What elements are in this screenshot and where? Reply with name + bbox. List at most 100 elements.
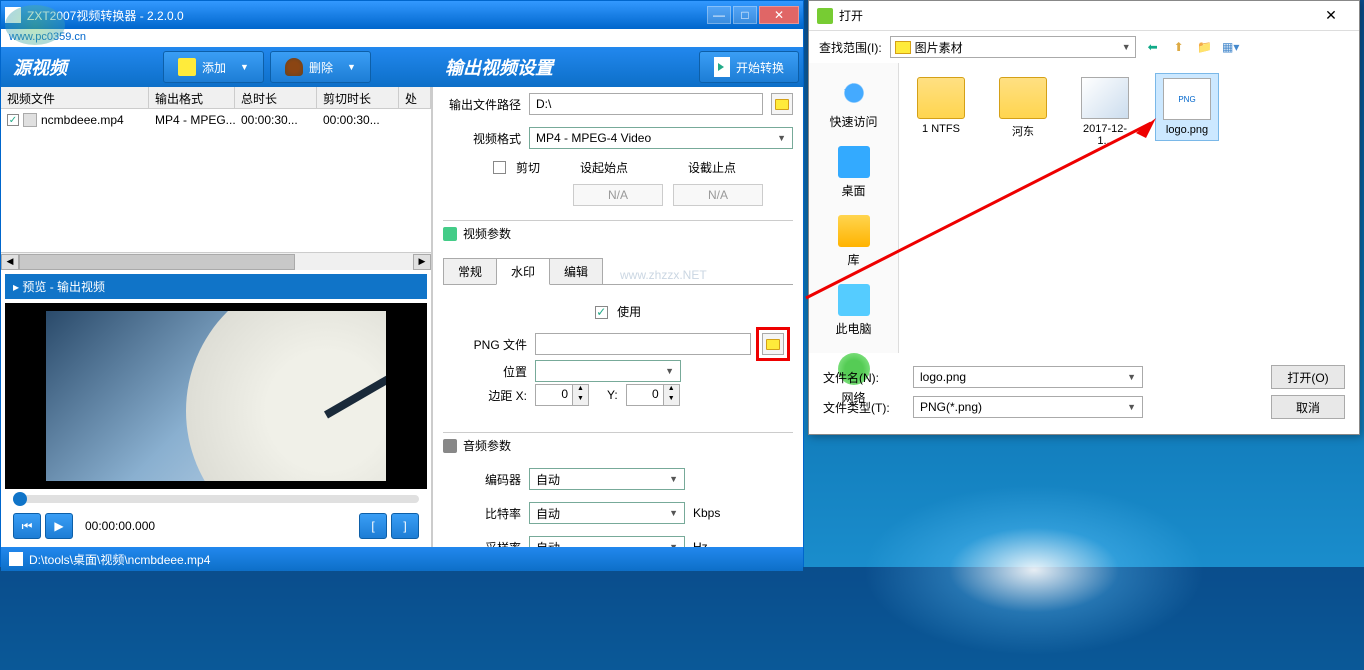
table-row[interactable]: ✓ ncmbdeee.mp4 MP4 - MPEG... 00:00:30...… bbox=[1, 109, 431, 131]
video-format-select[interactable]: MP4 - MPEG-4 Video ▼ bbox=[529, 127, 793, 149]
file-item-png-selected[interactable]: PNG logo.png bbox=[1155, 73, 1219, 141]
file-item-folder[interactable]: 1 NTFS bbox=[909, 73, 973, 139]
file-item-folder[interactable]: 河东 bbox=[991, 73, 1055, 143]
samplerate-select[interactable]: 自动▼ bbox=[529, 536, 685, 547]
seek-thumb[interactable] bbox=[13, 492, 27, 506]
window-title: ZXT2007视频转换器 - 2.2.0.0 bbox=[27, 7, 707, 24]
kbps-unit: Kbps bbox=[693, 506, 720, 520]
col-format[interactable]: 输出格式 bbox=[149, 87, 235, 108]
view-icon[interactable]: ▦▾ bbox=[1222, 38, 1240, 56]
margin-y-label: Y: bbox=[607, 388, 618, 402]
scroll-left-button[interactable]: ◀ bbox=[1, 254, 19, 270]
table-header: 视频文件 输出格式 总时长 剪切时长 处 bbox=[1, 87, 431, 109]
cancel-button[interactable]: 取消 bbox=[1271, 395, 1345, 419]
play-button[interactable]: ▶ bbox=[45, 513, 73, 539]
sidebar-library[interactable]: 库 bbox=[809, 207, 898, 276]
col-proc[interactable]: 处 bbox=[399, 87, 431, 108]
mark-start-button[interactable]: [ bbox=[359, 513, 387, 539]
file-open-dialog: 打开 ✕ 查找范围(I): 图片素材 ▼ ⬅ ⬆ 📁 ▦▾ 快速访问 桌面 bbox=[808, 0, 1360, 435]
hz-unit: Hz bbox=[693, 540, 708, 547]
end-time-input[interactable] bbox=[673, 184, 763, 206]
preview-title: ▸ 预览 - 输出视频 bbox=[5, 274, 427, 299]
lookup-select[interactable]: 图片素材 ▼ bbox=[890, 36, 1136, 58]
watermark-tab-content: ✓ 使用 PNG 文件 位置 ▼ 边距 X: 0 bbox=[443, 293, 793, 418]
remove-button[interactable]: 删除 ▼ bbox=[270, 51, 371, 83]
bitrate-select[interactable]: 自动▼ bbox=[529, 502, 685, 524]
filetype-label: 文件类型(T): bbox=[823, 399, 903, 416]
chevron-down-icon: ▼ bbox=[240, 62, 249, 72]
margin-y-input[interactable]: 0 ▲▼ bbox=[626, 384, 680, 406]
close-button[interactable]: ✕ bbox=[759, 6, 799, 24]
use-label: 使用 bbox=[617, 305, 641, 319]
filetype-select[interactable]: PNG(*.png) ▼ bbox=[913, 396, 1143, 418]
encoder-label: 编码器 bbox=[443, 471, 521, 488]
dialog-titlebar: 打开 ✕ bbox=[809, 1, 1359, 31]
preview-section: ▸ 预览 - 输出视频 ⏮ ▶ 00:00:00.000 [ ] bbox=[1, 270, 431, 547]
tab-watermark[interactable]: 水印 bbox=[496, 258, 550, 285]
spin-up[interactable]: ▲ bbox=[664, 385, 679, 395]
file-icon bbox=[23, 113, 37, 127]
open-button[interactable]: 打开(O) bbox=[1271, 365, 1345, 389]
dialog-close-button[interactable]: ✕ bbox=[1311, 3, 1351, 29]
png-file-input[interactable] bbox=[535, 333, 751, 355]
back-icon[interactable]: ⬅ bbox=[1144, 38, 1162, 56]
use-checkbox[interactable]: ✓ bbox=[595, 306, 608, 319]
tab-general[interactable]: 常规 bbox=[443, 258, 497, 284]
time-display: 00:00:00.000 bbox=[77, 519, 355, 533]
margin-x-input[interactable]: 0 ▲▼ bbox=[535, 384, 589, 406]
file-item-image[interactable]: 2017-12-1... bbox=[1073, 73, 1137, 151]
folder-icon bbox=[999, 77, 1047, 119]
browse-output-button[interactable] bbox=[771, 93, 793, 115]
add-button[interactable]: 添加 ▼ bbox=[163, 51, 264, 83]
spin-up[interactable]: ▲ bbox=[573, 385, 588, 395]
spin-down[interactable]: ▼ bbox=[573, 395, 588, 405]
scroll-right-button[interactable]: ▶ bbox=[413, 254, 431, 270]
output-settings-title: 输出视频设置 bbox=[433, 54, 685, 80]
scroll-thumb[interactable] bbox=[19, 254, 295, 270]
row-cut: 00:00:30... bbox=[317, 110, 399, 130]
browse-png-button[interactable] bbox=[762, 333, 784, 355]
sidebar-desktop[interactable]: 桌面 bbox=[809, 138, 898, 207]
chevron-down-icon: ▼ bbox=[1127, 402, 1136, 412]
preview-video bbox=[5, 303, 427, 489]
start-convert-button[interactable]: 开始转换 bbox=[699, 51, 799, 83]
mark-end-button[interactable]: ] bbox=[391, 513, 419, 539]
png-icon: PNG bbox=[1163, 78, 1211, 120]
chevron-down-icon: ▼ bbox=[347, 62, 356, 72]
col-cut[interactable]: 剪切时长 bbox=[317, 87, 399, 108]
seek-slider[interactable] bbox=[13, 495, 419, 503]
position-select[interactable]: ▼ bbox=[535, 360, 681, 382]
tab-edit[interactable]: 编辑 bbox=[549, 258, 603, 284]
new-folder-icon[interactable]: 📁 bbox=[1196, 38, 1214, 56]
col-duration[interactable]: 总时长 bbox=[235, 87, 317, 108]
desktop-icon bbox=[838, 146, 870, 178]
sidebar-quick-access[interactable]: 快速访问 bbox=[809, 69, 898, 138]
output-path-input[interactable] bbox=[529, 93, 763, 115]
maximize-button[interactable]: □ bbox=[733, 6, 757, 24]
video-params-label: 视频参数 bbox=[463, 225, 511, 242]
video-frame bbox=[46, 311, 386, 481]
output-path-label: 输出文件路径 bbox=[443, 96, 521, 113]
col-file[interactable]: 视频文件 bbox=[1, 87, 149, 108]
up-icon[interactable]: ⬆ bbox=[1170, 38, 1188, 56]
start-time-input[interactable] bbox=[573, 184, 663, 206]
sidebar-this-pc[interactable]: 此电脑 bbox=[809, 276, 898, 345]
minimize-button[interactable]: — bbox=[707, 6, 731, 24]
encoder-select[interactable]: 自动▼ bbox=[529, 468, 685, 490]
audio-params-label: 音频参数 bbox=[463, 437, 511, 454]
pc-icon bbox=[838, 284, 870, 316]
main-window: ZXT2007视频转换器 - 2.2.0.0 — □ ✕ www.pc0359.… bbox=[0, 0, 804, 567]
row-checkbox[interactable]: ✓ bbox=[7, 114, 19, 126]
hscroll[interactable]: ◀ ▶ bbox=[1, 252, 431, 270]
tabs: 常规 水印 编辑 bbox=[443, 258, 793, 285]
margin-x-label: 边距 X: bbox=[449, 387, 527, 404]
start-point-label: 设起始点 bbox=[580, 159, 628, 176]
filename-input[interactable]: logo.png ▼ bbox=[913, 366, 1143, 388]
spin-down[interactable]: ▼ bbox=[664, 395, 679, 405]
video-format-label: 视频格式 bbox=[443, 130, 521, 147]
bitrate-label: 比特率 bbox=[443, 505, 521, 522]
prev-button[interactable]: ⏮ bbox=[13, 513, 41, 539]
chevron-down-icon: ▼ bbox=[777, 133, 786, 143]
source-panel: 视频文件 输出格式 总时长 剪切时长 处 ✓ ncmbdeee.mp4 MP4 … bbox=[1, 87, 433, 547]
crop-checkbox[interactable] bbox=[493, 161, 506, 174]
